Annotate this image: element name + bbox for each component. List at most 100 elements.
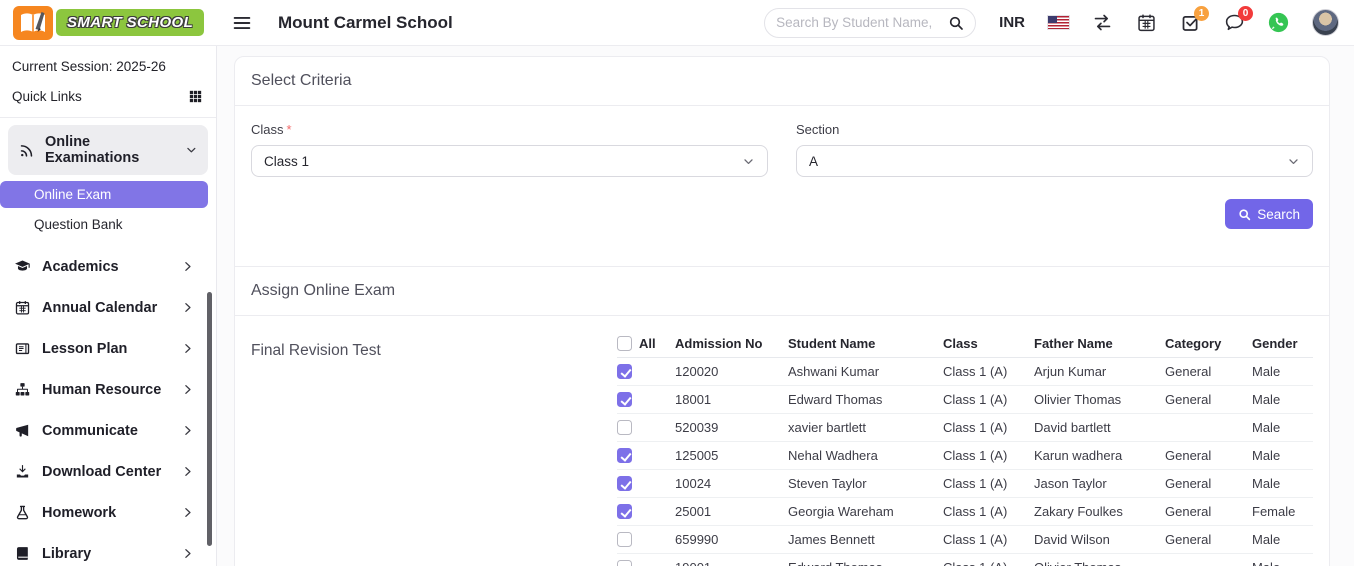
row-checkbox[interactable]: [617, 392, 632, 407]
sidebar-subitem-online-exam[interactable]: Online Exam: [0, 181, 208, 208]
father-name-cell: David bartlett: [1034, 420, 1111, 435]
sidebar-item-lesson-plan[interactable]: Lesson Plan: [0, 328, 216, 369]
row-checkbox[interactable]: [617, 532, 632, 547]
whatsapp-icon[interactable]: [1268, 12, 1289, 33]
admission-no-cell: 120020: [675, 364, 719, 379]
table-body: 120020 Ashwani Kumar Class 1 (A) Arjun K…: [617, 358, 1313, 566]
row-checkbox[interactable]: [617, 364, 632, 379]
currency-selector[interactable]: INR: [999, 14, 1025, 31]
section-select-value: A: [809, 153, 819, 169]
search-icon: [1238, 208, 1251, 221]
chevron-right-icon: [181, 424, 194, 437]
calendar-icon[interactable]: [1136, 12, 1157, 33]
search-input[interactable]: [776, 15, 949, 30]
sidebar: Current Session: 2025-26 Quick Links Onl…: [0, 46, 217, 566]
category-cell: General: [1165, 532, 1212, 547]
us-flag-icon[interactable]: [1048, 16, 1069, 29]
select-all-checkbox[interactable]: [617, 336, 632, 351]
chat-icon[interactable]: 0: [1224, 6, 1253, 33]
chevron-right-icon: [181, 260, 194, 273]
admission-no-cell: 10024: [675, 476, 712, 491]
sidebar-item-library[interactable]: Library: [0, 533, 216, 566]
hamburger-menu-icon[interactable]: [231, 12, 253, 34]
category-cell: General: [1165, 504, 1212, 519]
assign-table-section: Final Revision Test All Admission No Stu…: [235, 316, 1329, 566]
exam-name-label: Final Revision Test: [251, 342, 381, 359]
col-student-name: Student Name: [788, 336, 876, 351]
sidebar-item-homework[interactable]: Homework: [0, 492, 216, 533]
table-row: 125005 Nehal Wadhera Class 1 (A) Karun w…: [617, 442, 1313, 470]
sidebar-group-online-examinations[interactable]: Online Examinations: [8, 125, 208, 175]
transfer-icon[interactable]: [1092, 12, 1113, 33]
online-examinations-submenu: Online Exam Question Bank: [0, 181, 216, 238]
logo-book-icon: [13, 5, 53, 40]
table-row: 10024 Steven Taylor Class 1 (A) Jason Ta…: [617, 470, 1313, 498]
download-icon: [14, 463, 31, 480]
student-name-cell: James Bennett: [788, 532, 875, 547]
class-cell: Class 1 (A): [943, 448, 1008, 463]
app-logo[interactable]: SMART SCHOOL: [0, 0, 217, 45]
row-checkbox[interactable]: [617, 476, 632, 491]
father-name-cell: David Wilson: [1034, 532, 1110, 547]
table-header-row: All Admission No Student Name Class Fath…: [617, 330, 1313, 358]
class-cell: Class 1 (A): [943, 476, 1008, 491]
student-search[interactable]: [764, 7, 977, 38]
chevron-down-icon: [742, 155, 755, 168]
logo-text: SMART SCHOOL: [56, 9, 205, 36]
sidebar-subitem-question-bank[interactable]: Question Bank: [0, 211, 208, 238]
father-name-cell: Zakary Foulkes: [1034, 504, 1123, 519]
row-checkbox[interactable]: [617, 448, 632, 463]
gender-cell: Male: [1252, 392, 1281, 407]
sidebar-item-annual-calendar[interactable]: Annual Calendar: [0, 287, 216, 328]
table-row: 19001 Edward Thomas Class 1 (A) Olivier …: [617, 554, 1313, 566]
father-name-cell: Karun wadhera: [1034, 448, 1123, 463]
main-content: Select Criteria Class * Class 1 Section …: [217, 46, 1354, 566]
class-cell: Class 1 (A): [943, 420, 1008, 435]
table-row: 25001 Georgia Wareham Class 1 (A) Zakary…: [617, 498, 1313, 526]
chevron-right-icon: [181, 547, 194, 560]
student-name-cell: Edward Thomas: [788, 560, 943, 566]
row-checkbox[interactable]: [617, 504, 632, 519]
sidebar-item-human-resource[interactable]: Human Resource: [0, 369, 216, 410]
class-cell: Class 1 (A): [943, 532, 1008, 547]
search-icon[interactable]: [948, 15, 964, 31]
search-button[interactable]: Search: [1225, 199, 1313, 229]
sidebar-item-academics[interactable]: Academics: [0, 246, 216, 287]
admission-no-cell: 25001: [675, 504, 712, 519]
megaphone-icon: [14, 422, 31, 439]
father-name-cell: Olivier Thomas: [1034, 560, 1165, 566]
chevron-right-icon: [181, 301, 194, 314]
select-criteria-title: Select Criteria: [235, 57, 1329, 106]
criteria-actions: Search: [235, 177, 1329, 266]
sidebar-scrollbar[interactable]: [207, 292, 212, 546]
col-class: Class: [943, 336, 978, 351]
table-row: 659990 James Bennett Class 1 (A) David W…: [617, 526, 1313, 554]
class-select[interactable]: Class 1: [251, 145, 768, 177]
class-cell: Class 1 (A): [943, 504, 1008, 519]
content-card: Select Criteria Class * Class 1 Section …: [234, 56, 1330, 566]
category-cell: General: [1165, 392, 1212, 407]
user-avatar[interactable]: [1312, 9, 1339, 36]
col-admission-no: Admission No: [675, 336, 763, 351]
row-checkbox[interactable]: [617, 420, 632, 435]
section-select[interactable]: A: [796, 145, 1313, 177]
row-checkbox[interactable]: [617, 560, 632, 566]
col-gender: Gender: [1252, 336, 1298, 351]
student-name-cell: Ashwani Kumar: [788, 364, 880, 379]
students-table: All Admission No Student Name Class Fath…: [617, 330, 1313, 566]
tasks-icon[interactable]: 1: [1180, 6, 1209, 33]
graduation-cap-icon: [14, 258, 31, 275]
col-category: Category: [1165, 336, 1222, 351]
chevron-down-icon: [185, 143, 198, 157]
select-all-label: All: [639, 336, 656, 351]
chevron-down-icon: [1287, 155, 1300, 168]
chevron-right-icon: [181, 383, 194, 396]
quick-links[interactable]: Quick Links: [0, 79, 216, 118]
student-name-cell: Nehal Wadhera: [788, 448, 878, 463]
sidebar-item-download-center[interactable]: Download Center: [0, 451, 216, 492]
sidebar-item-communicate[interactable]: Communicate: [0, 410, 216, 451]
school-name-title: Mount Carmel School: [278, 12, 453, 32]
admission-no-cell: 520039: [675, 420, 719, 435]
gender-cell: Male: [1252, 364, 1281, 379]
table-row: 120020 Ashwani Kumar Class 1 (A) Arjun K…: [617, 358, 1313, 386]
